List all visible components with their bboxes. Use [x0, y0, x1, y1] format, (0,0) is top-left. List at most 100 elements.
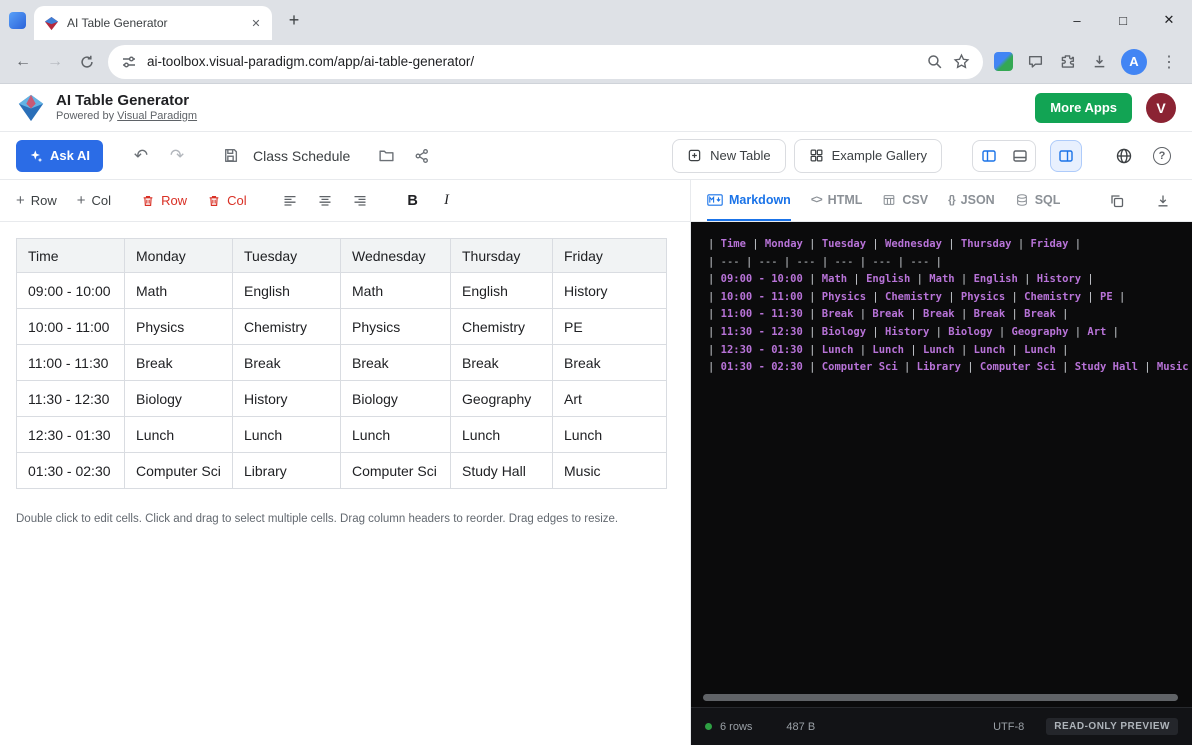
table-cell[interactable]: PE — [553, 309, 667, 345]
table-cell[interactable]: Physics — [341, 309, 451, 345]
table-cell[interactable]: Break — [553, 345, 667, 381]
user-avatar[interactable]: V — [1146, 93, 1176, 123]
table-cell[interactable]: Math — [125, 273, 233, 309]
table-cell[interactable]: Computer Sci — [341, 453, 451, 489]
table-cell[interactable]: Lunch — [125, 417, 233, 453]
reload-button[interactable] — [72, 47, 102, 77]
italic-button[interactable]: I — [435, 192, 459, 209]
back-button[interactable]: ← — [8, 47, 38, 77]
table-column-header[interactable]: Thursday — [451, 239, 553, 273]
table-cell[interactable]: English — [233, 273, 341, 309]
tab-json[interactable]: {} JSON — [948, 180, 995, 221]
window-app-icon[interactable] — [9, 12, 26, 29]
tab-html[interactable]: <> HTML — [811, 180, 863, 221]
extension-icon[interactable] — [994, 52, 1013, 71]
bookmark-star-icon[interactable] — [953, 53, 970, 70]
new-tab-button[interactable]: + — [280, 6, 308, 34]
comment-icon[interactable] — [1020, 47, 1050, 77]
table-cell[interactable]: 09:00 - 10:00 — [17, 273, 125, 309]
zoom-icon[interactable] — [926, 53, 943, 70]
table-cell[interactable]: Break — [341, 345, 451, 381]
site-info-icon[interactable] — [121, 54, 137, 70]
tab-close-icon[interactable]: ✕ — [248, 15, 264, 31]
horizontal-scrollbar[interactable] — [703, 694, 1178, 701]
copy-code-icon[interactable] — [1104, 188, 1130, 214]
undo-icon[interactable]: ↶ — [127, 142, 155, 170]
table-cell[interactable]: Chemistry — [233, 309, 341, 345]
table-cell[interactable]: Geography — [451, 381, 553, 417]
markdown-code[interactable]: | Time | Monday | Tuesday | Wednesday | … — [691, 222, 1192, 707]
table-cell[interactable]: 10:00 - 11:00 — [17, 309, 125, 345]
table-cell[interactable]: 11:00 - 11:30 — [17, 345, 125, 381]
table-cell[interactable]: Break — [451, 345, 553, 381]
align-left-icon[interactable] — [277, 188, 303, 214]
table-cell[interactable]: Break — [233, 345, 341, 381]
help-icon[interactable]: ? — [1148, 142, 1176, 170]
add-col-button[interactable]: + Col — [77, 193, 111, 208]
table-column-header[interactable]: Wednesday — [341, 239, 451, 273]
share-icon[interactable] — [408, 142, 436, 170]
add-row-button[interactable]: + Row — [16, 193, 57, 208]
table-cell[interactable]: Physics — [125, 309, 233, 345]
table-cell[interactable]: Biology — [125, 381, 233, 417]
downloads-icon[interactable] — [1084, 47, 1114, 77]
align-right-icon[interactable] — [347, 188, 373, 214]
table-cell[interactable]: English — [451, 273, 553, 309]
redo-icon[interactable]: ↷ — [163, 142, 191, 170]
delete-col-button[interactable]: Col — [207, 193, 247, 208]
tab-sql[interactable]: SQL — [1015, 180, 1061, 221]
table-cell[interactable]: 11:30 - 12:30 — [17, 381, 125, 417]
table-cell[interactable]: Lunch — [553, 417, 667, 453]
minimize-button[interactable]: – — [1054, 0, 1100, 40]
save-icon[interactable] — [217, 142, 245, 170]
download-code-icon[interactable] — [1150, 188, 1176, 214]
close-window-button[interactable]: ✕ — [1146, 0, 1192, 40]
extensions-puzzle-icon[interactable] — [1052, 47, 1082, 77]
table-cell[interactable]: 01:30 - 02:30 — [17, 453, 125, 489]
align-center-icon[interactable] — [312, 188, 338, 214]
page-title: AI Table Generator — [56, 92, 197, 109]
table-cell[interactable]: 12:30 - 01:30 — [17, 417, 125, 453]
more-apps-button[interactable]: More Apps — [1035, 93, 1132, 123]
table-cell[interactable]: Lunch — [341, 417, 451, 453]
language-globe-icon[interactable] — [1110, 142, 1138, 170]
table-cell[interactable]: Music — [553, 453, 667, 489]
new-table-icon — [687, 148, 702, 163]
forward-button[interactable]: → — [40, 47, 70, 77]
table-cell[interactable]: Study Hall — [451, 453, 553, 489]
document-name[interactable]: Class Schedule — [253, 148, 350, 164]
tab-label: CSV — [902, 193, 928, 207]
menu-kebab-icon[interactable]: ⋮ — [1154, 47, 1184, 77]
table-cell[interactable]: Art — [553, 381, 667, 417]
layout-split-left-icon[interactable] — [973, 141, 1004, 171]
table-cell[interactable]: Biology — [341, 381, 451, 417]
table-cell[interactable]: History — [553, 273, 667, 309]
delete-row-button[interactable]: Row — [141, 193, 187, 208]
table-column-header[interactable]: Tuesday — [233, 239, 341, 273]
open-folder-icon[interactable] — [372, 142, 400, 170]
table-column-header[interactable]: Monday — [125, 239, 233, 273]
table-cell[interactable]: Lunch — [451, 417, 553, 453]
tab-markdown[interactable]: Markdown — [707, 180, 791, 221]
tab-csv[interactable]: CSV — [882, 180, 928, 221]
layout-split-bottom-icon[interactable] — [1004, 141, 1035, 171]
new-table-button[interactable]: New Table — [672, 139, 785, 173]
bold-button[interactable]: B — [401, 193, 425, 209]
table-column-header[interactable]: Friday — [553, 239, 667, 273]
table-cell[interactable]: Math — [341, 273, 451, 309]
table-cell[interactable]: Lunch — [233, 417, 341, 453]
table-cell[interactable]: Chemistry — [451, 309, 553, 345]
visual-paradigm-link[interactable]: Visual Paradigm — [117, 110, 197, 122]
address-input[interactable]: ai-toolbox.visual-paradigm.com/app/ai-ta… — [108, 45, 983, 79]
ask-ai-button[interactable]: Ask AI — [16, 140, 103, 172]
toggle-preview-panel-button[interactable] — [1050, 140, 1082, 172]
table-cell[interactable]: Library — [233, 453, 341, 489]
browser-tab[interactable]: AI Table Generator ✕ — [34, 6, 272, 40]
example-gallery-button[interactable]: Example Gallery — [794, 139, 942, 173]
table-column-header[interactable]: Time — [17, 239, 125, 273]
profile-avatar[interactable]: A — [1121, 49, 1147, 75]
table-cell[interactable]: Computer Sci — [125, 453, 233, 489]
table-cell[interactable]: Break — [125, 345, 233, 381]
table-cell[interactable]: History — [233, 381, 341, 417]
maximize-button[interactable]: □ — [1100, 0, 1146, 40]
